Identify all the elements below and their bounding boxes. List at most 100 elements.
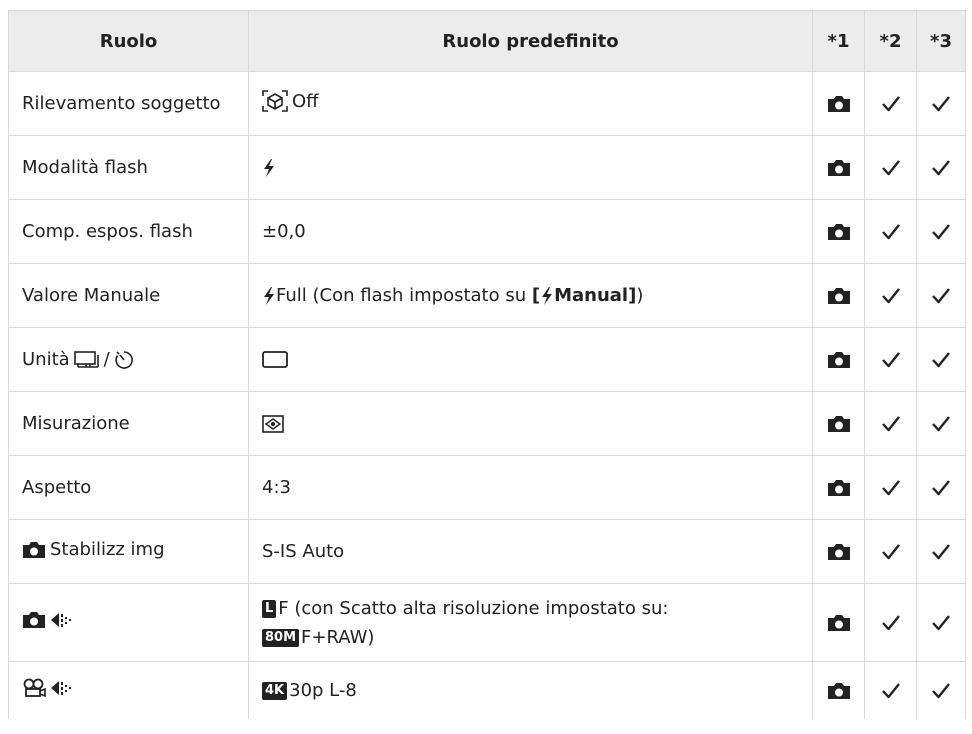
default-value-line-2: 80M F+RAW)	[262, 627, 799, 648]
col3-cell	[916, 199, 966, 264]
default-value: ±0,0	[262, 221, 306, 242]
header-role: Ruolo	[8, 10, 249, 72]
camera-icon	[827, 159, 851, 177]
col2-cell	[864, 199, 917, 264]
role-cell: Modalità flash	[8, 135, 249, 200]
default-value: Full (Con flash impostato su	[276, 285, 532, 306]
table-header-row: Ruolo Ruolo predefinito *1 *2 *3	[8, 10, 966, 72]
default-value: F+RAW)	[301, 626, 375, 648]
role-cell: Misurazione	[8, 391, 249, 456]
single-frame-icon	[262, 351, 288, 369]
default-value-suffix: )	[636, 285, 644, 306]
col1-cell	[812, 455, 865, 520]
col3-cell	[916, 661, 966, 719]
role-cell: Aspetto	[8, 455, 249, 520]
camera-icon	[827, 223, 851, 241]
check-icon	[881, 95, 901, 113]
check-icon	[931, 614, 951, 632]
role-label: Rilevamento soggetto	[22, 93, 221, 114]
table-row: Aspetto 4:3	[8, 455, 966, 520]
default-cell: 4K 30p L-8	[248, 661, 813, 719]
default-value: S-IS Auto	[262, 541, 345, 562]
manual-label: Manual	[554, 285, 629, 306]
sequential-shooting-icon	[73, 350, 100, 370]
check-icon	[881, 351, 901, 369]
image-quality-icon	[50, 612, 72, 628]
role-label: Misurazione	[22, 413, 130, 434]
subject-detection-icon	[262, 90, 288, 112]
col3-cell	[916, 71, 966, 136]
col3-cell	[916, 327, 966, 392]
check-icon	[881, 682, 901, 700]
self-timer-icon	[114, 350, 134, 370]
camera-icon	[827, 479, 851, 497]
col1-cell	[812, 661, 865, 719]
col2-cell	[864, 135, 917, 200]
col3-cell	[916, 583, 966, 662]
camera-icon	[22, 611, 46, 629]
role-label: Aspetto	[22, 477, 92, 498]
default-cell: 4:3	[248, 455, 813, 520]
default-value: Off	[292, 90, 319, 112]
role-separator: /	[103, 349, 110, 370]
check-icon	[931, 479, 951, 497]
flash-icon	[540, 286, 554, 306]
check-icon	[881, 479, 901, 497]
col2-cell	[864, 583, 917, 662]
camera-icon	[827, 95, 851, 113]
default-cell	[248, 135, 813, 200]
check-icon	[931, 415, 951, 433]
col2-cell	[864, 455, 917, 520]
col1-cell	[812, 583, 865, 662]
default-cell	[248, 327, 813, 392]
camera-icon	[827, 415, 851, 433]
col1-cell	[812, 199, 865, 264]
col1-cell	[812, 135, 865, 200]
col2-cell	[864, 71, 917, 136]
camera-icon	[827, 351, 851, 369]
default-cell	[248, 391, 813, 456]
table-row: Unità /	[8, 327, 966, 392]
default-cell: LF (con Scatto alta risoluzione impostat…	[248, 583, 813, 662]
4k-badge: 4K	[262, 682, 288, 700]
table-row: Rilevamento soggetto Off	[8, 71, 966, 136]
check-icon	[931, 543, 951, 561]
role-cell: Comp. espos. flash	[8, 199, 249, 264]
role-label: Valore Manuale	[22, 285, 161, 306]
table-row: Misurazione	[8, 391, 966, 456]
table-row: LF (con Scatto alta risoluzione impostat…	[8, 583, 966, 662]
header-default-role: Ruolo predefinito	[248, 10, 813, 72]
col3-cell	[916, 391, 966, 456]
default-value: F (con Scatto alta risoluzione impostato…	[278, 597, 669, 619]
col1-cell	[812, 263, 865, 328]
col2-cell	[864, 391, 917, 456]
camera-icon	[827, 543, 851, 561]
role-label: Unità	[22, 349, 70, 370]
metering-icon	[262, 415, 284, 433]
check-icon	[881, 543, 901, 561]
col1-cell	[812, 519, 865, 584]
default-value: 30p L-8	[289, 680, 357, 701]
col3-cell	[916, 135, 966, 200]
movie-camera-icon	[22, 678, 46, 698]
header-col-2: *2	[864, 10, 917, 72]
flash-icon	[262, 158, 276, 178]
camera-icon	[827, 682, 851, 700]
header-col-1: *1	[812, 10, 865, 72]
col1-cell	[812, 391, 865, 456]
col2-cell	[864, 263, 917, 328]
role-label: Modalità flash	[22, 157, 148, 178]
col3-cell	[916, 455, 966, 520]
table-row: 4K 30p L-8	[8, 661, 966, 719]
header-col-3: *3	[916, 10, 966, 72]
check-icon	[931, 682, 951, 700]
role-label: Comp. espos. flash	[22, 221, 193, 242]
camera-icon	[827, 614, 851, 632]
check-icon	[931, 223, 951, 241]
image-quality-icon	[50, 680, 72, 696]
default-value: 4:3	[262, 477, 291, 498]
size-l-badge: L	[262, 599, 277, 618]
check-icon	[931, 351, 951, 369]
role-cell: Rilevamento soggetto	[8, 71, 249, 136]
settings-table: Ruolo Ruolo predefinito *1 *2 *3 Rilevam…	[8, 10, 966, 719]
